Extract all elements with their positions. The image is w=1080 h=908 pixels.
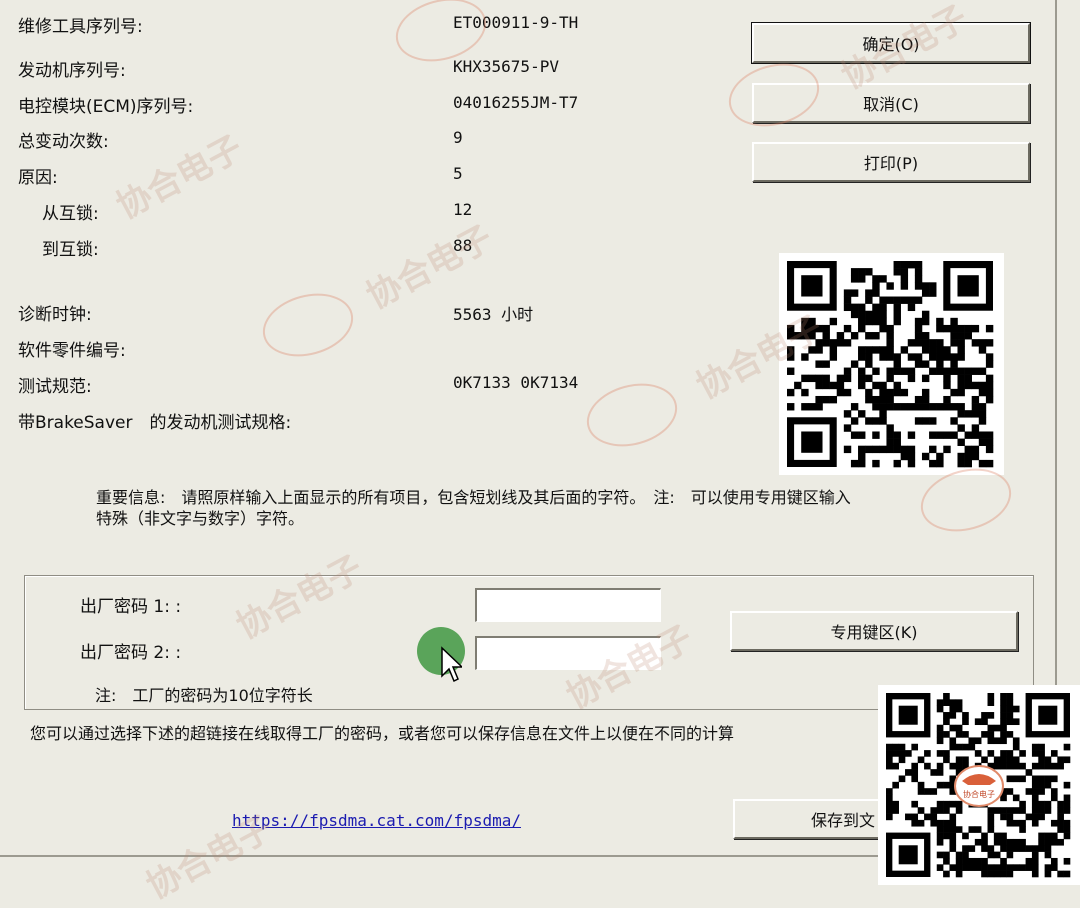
label-service-tool-serial: 维修工具序列号: bbox=[18, 17, 143, 37]
value-diagnostic-clock: 5563 小时 bbox=[453, 305, 534, 324]
value-ecm-serial: 04016255JM-T7 bbox=[453, 93, 579, 112]
qr-code-overlay: 协合电子 bbox=[878, 685, 1080, 885]
label-reason: 原因: bbox=[18, 168, 58, 188]
overlay-logo-text: 协合电子 bbox=[963, 789, 995, 799]
value-from-interlock: 12 bbox=[453, 200, 473, 219]
password-2-label: 出厂密码 2: : bbox=[80, 643, 182, 663]
label-to-interlock: 到互锁: bbox=[42, 240, 99, 260]
password-2-input[interactable] bbox=[475, 636, 661, 670]
ok-button[interactable]: 确定(O) bbox=[751, 22, 1031, 64]
value-test-spec: 0K7133 0K7134 bbox=[453, 373, 579, 392]
value-engine-serial: KHX35675-PV bbox=[453, 57, 559, 76]
password-1-input[interactable] bbox=[475, 588, 661, 622]
label-total-changes: 总变动次数: bbox=[18, 132, 109, 152]
password-1-label: 出厂密码 1: : bbox=[80, 597, 182, 617]
label-from-interlock: 从互锁: bbox=[42, 204, 99, 224]
online-password-info: 您可以通过选择下述的超链接在线取得工厂的密码，或者您可以保存信息在文件上以便在不… bbox=[30, 724, 735, 743]
label-brakesaver-spec: 带BrakeSaver 的发动机测试规格: bbox=[18, 413, 292, 433]
important-notice-line-2: 特殊（非文字与数字）字符。 bbox=[96, 509, 305, 528]
fpsdma-link[interactable]: https://fpsdma.cat.com/fpsdma/ bbox=[232, 811, 521, 830]
qr-code bbox=[779, 253, 1004, 475]
value-service-tool-serial: ET000911-9-TH bbox=[453, 13, 579, 32]
password-length-note: 注: 工厂的密码为10位字符长 bbox=[95, 686, 313, 705]
cancel-button[interactable]: 取消(C) bbox=[752, 83, 1030, 123]
keypad-button[interactable]: 专用键区(K) bbox=[730, 611, 1018, 651]
label-test-spec: 测试规范: bbox=[18, 377, 92, 397]
value-total-changes: 9 bbox=[453, 128, 463, 147]
mouse-pointer-icon bbox=[441, 646, 462, 683]
label-engine-serial: 发动机序列号: bbox=[18, 61, 126, 81]
label-diagnostic-clock: 诊断时钟: bbox=[18, 305, 92, 325]
value-to-interlock: 88 bbox=[453, 236, 473, 255]
value-reason: 5 bbox=[453, 164, 463, 183]
label-ecm-serial: 电控模块(ECM)序列号: bbox=[18, 97, 194, 117]
save-to-file-button[interactable]: 保存到文 bbox=[733, 799, 893, 839]
label-software-part-number: 软件零件编号: bbox=[18, 341, 126, 361]
print-button[interactable]: 打印(P) bbox=[752, 142, 1030, 182]
